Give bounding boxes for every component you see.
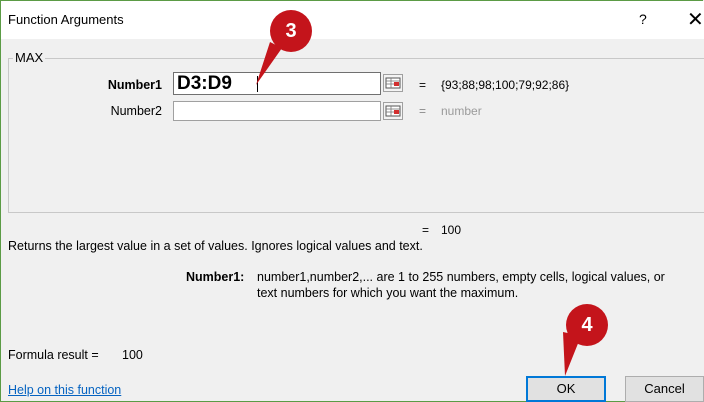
help-icon[interactable]: ?: [639, 11, 647, 27]
help-link[interactable]: Help on this function: [8, 383, 121, 397]
range-select-icon: [385, 77, 401, 89]
number2-input[interactable]: [173, 101, 381, 121]
formula-result-value: 100: [122, 348, 143, 362]
number1-result: {93;88;98;100;79;92;86}: [441, 78, 570, 92]
result-equals: =: [422, 223, 430, 237]
cancel-button[interactable]: Cancel: [625, 376, 704, 402]
callout-3-badge: 3: [270, 10, 312, 52]
divider: [8, 212, 704, 213]
close-icon[interactable]: ✕: [687, 7, 704, 32]
arg-help-text-line2: text numbers for which you want the maxi…: [257, 286, 519, 300]
number2-collapse-button[interactable]: [383, 102, 403, 120]
title-bar: Function Arguments ? ✕: [1, 1, 704, 39]
arg-help-text-line1: number1,number2,... are 1 to 255 numbers…: [257, 270, 665, 284]
result-value: 100: [441, 223, 462, 237]
number1-collapse-button[interactable]: [383, 74, 403, 92]
number2-label: Number2: [110, 104, 162, 118]
callout-4-badge: 4: [566, 304, 608, 346]
function-description: Returns the largest value in a set of va…: [8, 239, 423, 253]
number1-value: D3:D9: [177, 73, 232, 94]
dialog-title: Function Arguments: [8, 12, 124, 27]
number2-equals: =: [419, 104, 427, 118]
number1-label: Number1: [107, 78, 162, 92]
formula-result-label: Formula result =: [8, 348, 99, 362]
range-select-icon: [385, 105, 401, 117]
number1-equals: =: [419, 78, 427, 92]
arg-help-label: Number1:: [186, 270, 245, 284]
number2-result: number: [441, 104, 482, 118]
function-name: MAX: [13, 50, 46, 65]
